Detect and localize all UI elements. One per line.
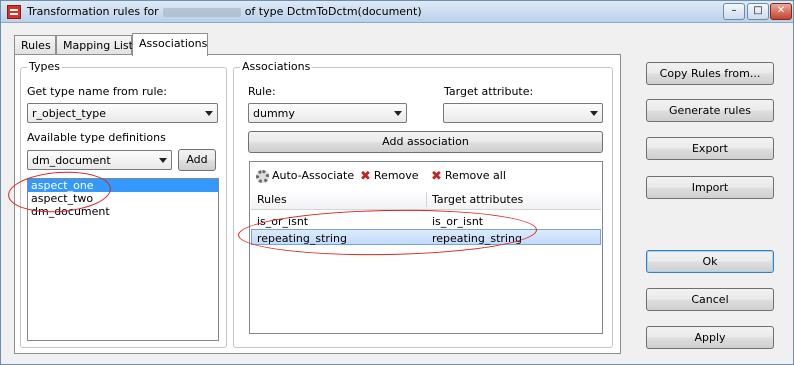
title-suffix: of type DctmToDctm(document)	[244, 5, 422, 18]
remove-all-icon: ✖	[431, 168, 442, 184]
close-button[interactable]: ✕	[770, 3, 792, 20]
title-prefix: Transformation rules for	[27, 5, 159, 18]
redacted-name	[162, 7, 241, 17]
available-types-value: dm_document	[32, 154, 111, 167]
tab-mapping-lists[interactable]: Mapping Lists	[56, 35, 139, 55]
list-item[interactable]: aspect_one	[28, 179, 218, 192]
chevron-down-icon	[205, 111, 213, 116]
import-button[interactable]: Import	[646, 176, 774, 199]
remove-label: Remove	[373, 169, 419, 182]
minimize-button[interactable]: –	[723, 3, 745, 20]
rule-label: Rule:	[248, 85, 276, 98]
list-item[interactable]: aspect_two	[28, 192, 218, 205]
association-grid: Auto-Associate ✖ Remove ✖ Remove all Rules…	[249, 161, 603, 334]
row-target-cell: is_or_isnt	[432, 215, 484, 228]
remove-button[interactable]: ✖ Remove	[360, 168, 419, 184]
list-item[interactable]: dm_document	[28, 205, 218, 218]
cancel-button[interactable]: Cancel	[646, 288, 774, 311]
table-row[interactable]: is_or_isnt is_or_isnt	[251, 213, 601, 229]
chevron-down-icon	[590, 111, 598, 116]
remove-all-label: Remove all	[444, 169, 506, 182]
target-attribute-label: Target attribute:	[444, 85, 534, 98]
row-rule-cell: repeating_string	[257, 232, 347, 245]
tab-rules[interactable]: Rules	[14, 35, 56, 55]
dialog-window: Transformation rules for of type DctmToDc…	[0, 0, 794, 365]
target-attribute-combo[interactable]	[443, 103, 603, 123]
associations-group-title: Associations	[240, 60, 313, 73]
add-association-button[interactable]: Add association	[248, 131, 603, 153]
column-header-target-attributes[interactable]: Target attributes	[432, 193, 523, 206]
apply-button[interactable]: Apply	[646, 326, 774, 349]
get-type-value: r_object_type	[32, 107, 106, 120]
generate-rules-button[interactable]: Generate rules	[646, 99, 774, 122]
title-bar[interactable]: Transformation rules for of type DctmToDc…	[1, 1, 793, 23]
auto-associate-button[interactable]: Auto-Associate	[256, 169, 354, 183]
column-header-rules[interactable]: Rules	[257, 193, 287, 206]
rule-value: dummy	[253, 107, 295, 120]
export-button[interactable]: Export	[646, 137, 774, 160]
rule-combo[interactable]: dummy	[248, 103, 407, 123]
ok-button[interactable]: Ok	[646, 250, 774, 273]
chevron-down-icon	[394, 111, 402, 116]
copy-rules-button[interactable]: Copy Rules from...	[646, 62, 774, 85]
available-types-label: Available type definitions	[27, 131, 166, 144]
remove-all-button[interactable]: ✖ Remove all	[431, 168, 506, 184]
tab-associations[interactable]: Associations	[132, 33, 208, 56]
add-type-button[interactable]: Add	[178, 149, 216, 171]
get-type-label: Get type name from rule:	[27, 85, 167, 98]
window-title: Transformation rules for of type DctmToDc…	[27, 5, 422, 18]
available-types-combo[interactable]: dm_document	[27, 150, 172, 170]
remove-icon: ✖	[360, 168, 371, 184]
types-group-title: Types	[27, 60, 62, 73]
auto-associate-label: Auto-Associate	[272, 169, 355, 182]
maximize-button[interactable]: □	[747, 3, 769, 20]
gear-icon	[256, 169, 269, 183]
grid-header: Rules Target attributes	[251, 190, 601, 210]
type-list[interactable]: aspect_one aspect_two dm_document	[27, 178, 219, 341]
chevron-down-icon	[159, 158, 167, 163]
row-target-cell: repeating_string	[432, 232, 522, 245]
app-icon	[7, 5, 21, 19]
table-row[interactable]: repeating_string repeating_string	[251, 229, 601, 245]
row-rule-cell: is_or_isnt	[257, 215, 309, 228]
column-separator[interactable]	[426, 192, 427, 207]
get-type-combo[interactable]: r_object_type	[27, 103, 218, 123]
